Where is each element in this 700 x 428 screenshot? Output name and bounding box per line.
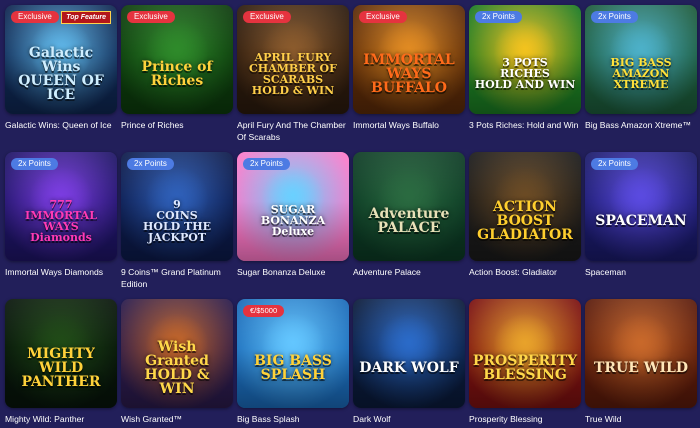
game-name[interactable]: Immortal Ways Diamonds (5, 267, 117, 279)
game-tile[interactable]: DARK WOLF Dark Wolf (353, 299, 465, 426)
game-tile[interactable]: ACTION BOOST GLADIATOR Action Boost: Glad… (469, 152, 581, 279)
game-artwork-title: Galactic Wins QUEEN OF ICE (18, 44, 104, 103)
exclusive-badge: Exclusive (127, 11, 175, 23)
game-thumbnail[interactable]: Adventure PALACE (353, 152, 465, 261)
game-thumbnail[interactable]: 2x Points SPACEMAN (585, 152, 697, 261)
points-badge: 2x Points (127, 158, 174, 170)
game-thumbnail[interactable]: 2x Points SUGAR BONANZA Deluxe (237, 152, 349, 261)
game-tile[interactable]: Exclusive Top Feature Galactic Wins QUEEN … (5, 5, 117, 132)
game-name[interactable]: Dark Wolf (353, 414, 465, 426)
game-artwork-title: BIG BASS SPLASH (254, 352, 332, 383)
game-name[interactable]: 9 Coins™ Grand Platinum Edition (121, 267, 233, 290)
game-artwork-title: IMMORTAL WAYS BUFFALO (363, 51, 455, 96)
game-thumbnail[interactable]: ACTION BOOST GLADIATOR (469, 152, 581, 261)
game-artwork-title: DARK WOLF (359, 359, 459, 376)
feature-badge: Top Feature (61, 11, 111, 24)
game-tile[interactable]: TRUE WILD True Wild (585, 299, 697, 426)
game-thumbnail[interactable]: TRUE WILD (585, 299, 697, 408)
game-name[interactable]: Big Bass Splash (237, 414, 349, 426)
points-badge: 2x Points (243, 158, 290, 170)
game-tile[interactable]: 2x Points BIG BASS AMAZON XTREME Big Bass … (585, 5, 697, 132)
game-artwork-title: SUGAR BONANZA Deluxe (260, 203, 326, 238)
points-badge: 2x Points (11, 158, 58, 170)
game-name[interactable]: April Fury And The Chamber Of Scarabs (237, 120, 349, 143)
game-artwork-title: BIG BASS AMAZON XTREME (610, 56, 672, 91)
game-tile[interactable]: Exclusive APRIL FURY CHAMBER OF SCARABS H… (237, 5, 349, 143)
game-name[interactable]: Immortal Ways Buffalo (353, 120, 465, 132)
game-tile[interactable]: 2x Points 777 IMMORTAL WAYS Diamonds Immor… (5, 152, 117, 279)
game-artwork-title: Wish Granted HOLD & WIN (144, 338, 210, 397)
points-badge: 2x Points (591, 158, 638, 170)
game-name[interactable]: Wish Granted™ (121, 414, 233, 426)
game-thumbnail[interactable]: 2x Points 3 POTS RICHES HOLD AND WIN (469, 5, 581, 114)
game-name[interactable]: Prince of Riches (121, 120, 233, 132)
game-name[interactable]: Sugar Bonanza Deluxe (237, 267, 349, 279)
game-artwork-title: SPACEMAN (595, 212, 687, 229)
game-artwork-title: Prince of Riches (141, 58, 213, 89)
game-thumbnail[interactable]: 2x Points 777 IMMORTAL WAYS Diamonds (5, 152, 117, 261)
game-artwork-title: TRUE WILD (593, 359, 689, 376)
game-tile[interactable]: Exclusive Prince of Riches Prince of Riche… (121, 5, 233, 132)
game-name[interactable]: Spaceman (585, 267, 697, 279)
game-thumbnail[interactable]: Exclusive Prince of Riches (121, 5, 233, 114)
game-tile[interactable]: 2x Points SPACEMAN Spaceman (585, 152, 697, 279)
exclusive-badge: Exclusive (243, 11, 291, 23)
game-artwork-title: Adventure PALACE (368, 205, 450, 236)
game-thumbnail[interactable]: Exclusive APRIL FURY CHAMBER OF SCARABS H… (237, 5, 349, 114)
game-name[interactable]: Galactic Wins: Queen of Ice (5, 120, 117, 132)
jackpot-badge: €/$5000 (243, 305, 285, 317)
game-name[interactable]: Adventure Palace (353, 267, 465, 279)
points-badge: 2x Points (475, 11, 522, 23)
game-thumbnail[interactable]: DARK WOLF (353, 299, 465, 408)
game-name[interactable]: Prosperity Blessing (469, 414, 581, 426)
game-thumbnail[interactable]: MIGHTY WILD PANTHER (5, 299, 117, 408)
game-name[interactable]: Mighty Wild: Panther (5, 414, 117, 426)
game-artwork-title: MIGHTY WILD PANTHER (21, 345, 101, 390)
game-artwork-title: PROSPERITY BLESSING (472, 352, 578, 383)
game-thumbnail[interactable]: €/$5000 BIG BASS SPLASH (237, 299, 349, 408)
game-tile[interactable]: MIGHTY WILD PANTHER Mighty Wild: Panther (5, 299, 117, 426)
game-thumbnail[interactable]: Exclusive Top Feature Galactic Wins QUEEN … (5, 5, 117, 114)
points-badge: 2x Points (591, 11, 638, 23)
game-thumbnail[interactable]: PROSPERITY BLESSING (469, 299, 581, 408)
game-artwork-title: 777 IMMORTAL WAYS Diamonds (25, 197, 97, 244)
game-tile[interactable]: 2x Points SUGAR BONANZA Deluxe Sugar Bonan… (237, 152, 349, 279)
game-tile[interactable]: 2x Points 9 COINS HOLD THE JACKPOT 9 Coins… (121, 152, 233, 290)
game-thumbnail[interactable]: Exclusive IMMORTAL WAYS BUFFALO (353, 5, 465, 114)
exclusive-badge: Exclusive (11, 11, 59, 23)
game-artwork-title: 9 COINS HOLD THE JACKPOT (142, 197, 212, 244)
game-thumbnail[interactable]: 2x Points 9 COINS HOLD THE JACKPOT (121, 152, 233, 261)
game-thumbnail[interactable]: 2x Points BIG BASS AMAZON XTREME (585, 5, 697, 114)
game-thumbnail[interactable]: Wish Granted HOLD & WIN (121, 299, 233, 408)
game-tile[interactable]: €/$5000 BIG BASS SPLASH Big Bass Splash (237, 299, 349, 426)
exclusive-badge: Exclusive (359, 11, 407, 23)
game-name[interactable]: Big Bass Amazon Xtreme™ (585, 120, 697, 132)
game-name[interactable]: 3 Pots Riches: Hold and Win (469, 120, 581, 132)
game-tile[interactable]: PROSPERITY BLESSING Prosperity Blessing (469, 299, 581, 426)
game-tile[interactable]: Exclusive IMMORTAL WAYS BUFFALO Immortal W… (353, 5, 465, 132)
game-tile[interactable]: 2x Points 3 POTS RICHES HOLD AND WIN 3 Pot… (469, 5, 581, 132)
game-name[interactable]: True Wild (585, 414, 697, 426)
game-tile[interactable]: Wish Granted HOLD & WIN Wish Granted™ (121, 299, 233, 426)
game-grid: Exclusive Top Feature Galactic Wins QUEEN … (0, 0, 700, 428)
game-artwork-title: APRIL FURY CHAMBER OF SCARABS HOLD & WIN (249, 50, 337, 97)
game-tile[interactable]: Adventure PALACE Adventure Palace (353, 152, 465, 279)
game-name[interactable]: Action Boost: Gladiator (469, 267, 581, 279)
game-artwork-title: 3 POTS RICHES HOLD AND WIN (474, 56, 576, 91)
game-artwork-title: ACTION BOOST GLADIATOR (477, 198, 573, 243)
